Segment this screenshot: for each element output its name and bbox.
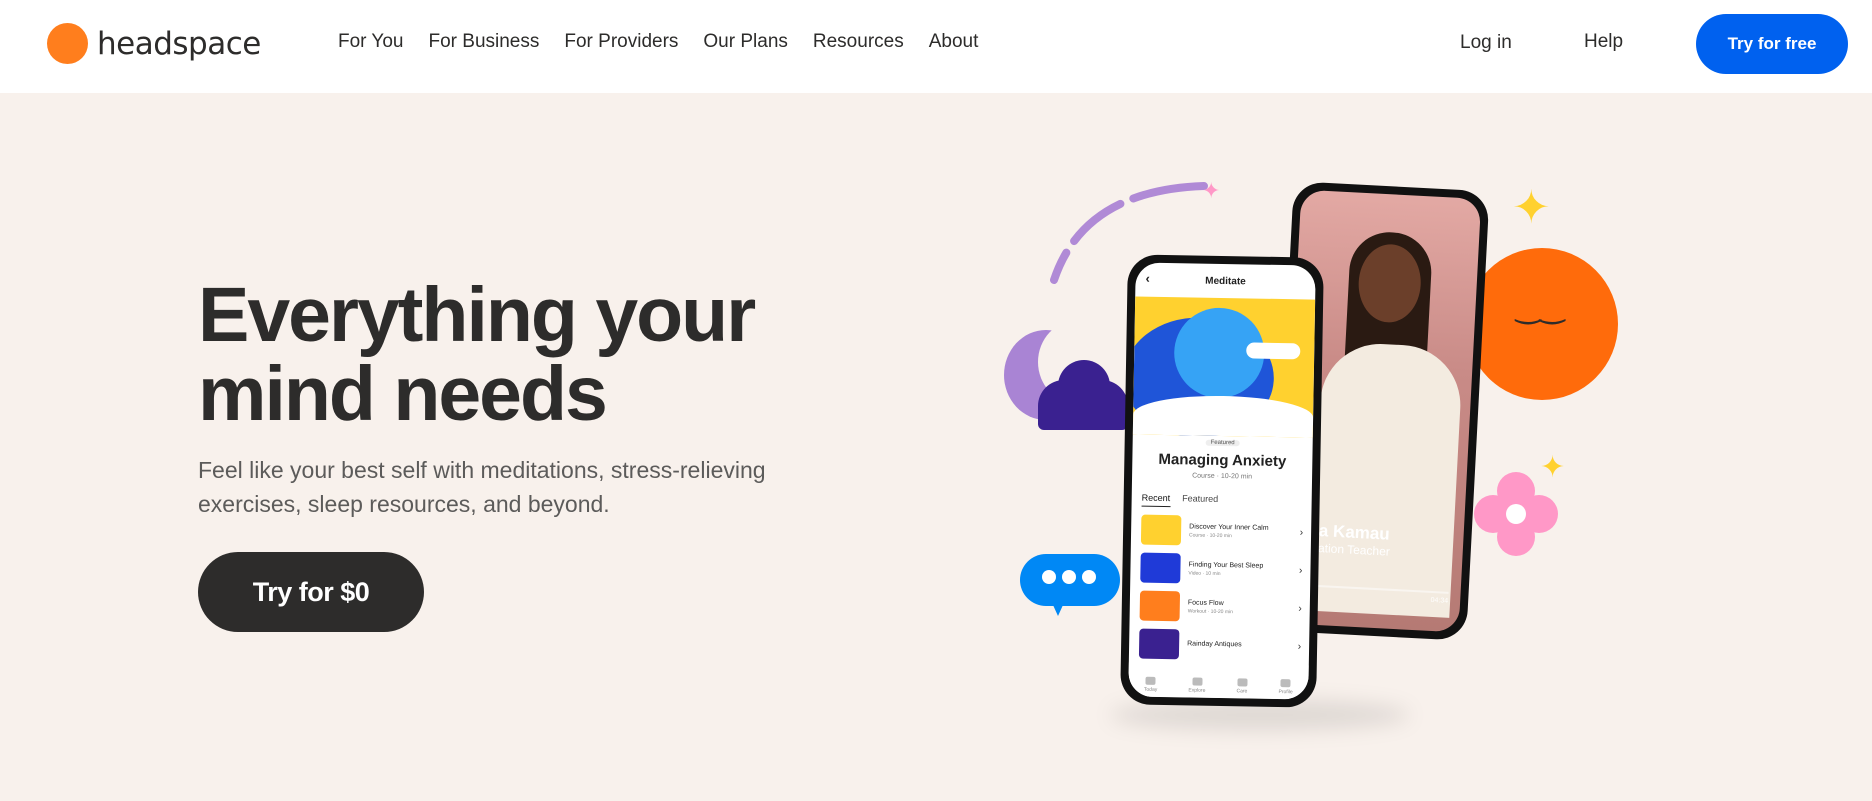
chat-dot [1042, 570, 1056, 584]
chevron-right-icon: › [1298, 602, 1302, 614]
item-title: Rainday Antiques [1187, 639, 1242, 648]
app-screen: ‹ Meditate Featured Managing Anxiety Cou… [1128, 262, 1316, 700]
tab-recent[interactable]: Recent [1141, 492, 1171, 508]
logo-circle-icon [47, 23, 88, 64]
bottom-nav-label: Explore [1188, 687, 1206, 694]
login-link[interactable]: Log in [1460, 32, 1512, 54]
hero-illustration: ✦ ‿‿ ✦ ✦ Dora Kamau Meditation Teacher 0… [990, 160, 1640, 760]
nav-for-providers[interactable]: For Providers [564, 31, 678, 53]
nav-our-plans[interactable]: Our Plans [703, 31, 787, 53]
list-item[interactable]: Finding Your Best Sleep Video · 10 min › [1140, 552, 1303, 586]
flower-icon [1474, 472, 1558, 556]
item-meta: Video · 10 min [1188, 569, 1221, 577]
app-phone: ‹ Meditate Featured Managing Anxiety Cou… [1120, 254, 1324, 708]
back-chevron-icon[interactable]: ‹ [1145, 271, 1150, 286]
content-list: Discover Your Inner Calm Course · 10-20 m… [1129, 514, 1311, 661]
person-body [1309, 340, 1464, 618]
try-for-zero-button[interactable]: Try for $0 [198, 552, 424, 632]
help-link[interactable]: Help [1584, 31, 1623, 53]
chevron-right-icon: › [1299, 564, 1303, 576]
item-thumbnail [1140, 514, 1182, 546]
tab-featured[interactable]: Featured [1182, 493, 1218, 508]
profile-icon [1280, 679, 1291, 688]
item-text: Rainday Antiques [1187, 640, 1298, 651]
explore-icon [1191, 677, 1203, 686]
screen-tabs: Recent Featured [1141, 492, 1312, 510]
item-text: Finding Your Best Sleep Video · 10 min [1188, 561, 1299, 578]
chat-dots [1042, 570, 1102, 584]
nav-for-you[interactable]: For You [338, 31, 404, 53]
list-item[interactable]: Rainday Antiques › [1138, 628, 1302, 662]
nav-about[interactable]: About [929, 31, 979, 53]
main-nav: For You For Business For Providers Our P… [338, 31, 1003, 53]
hero-title: Everything your mind needs [198, 272, 756, 437]
item-title: Focus Flow [1187, 598, 1224, 607]
brand-name: headspace [97, 25, 261, 62]
chevron-right-icon: › [1299, 526, 1304, 538]
item-meta: Course · 10-20 min [1189, 531, 1232, 539]
feature-meta: Course · 10-20 min [1192, 472, 1253, 481]
screen-title: Meditate [1205, 275, 1246, 287]
feature-artwork[interactable] [1132, 296, 1316, 438]
cloud-base [1038, 380, 1128, 430]
bottom-nav-label: Profile [1278, 689, 1293, 696]
care-icon [1237, 678, 1248, 687]
bottom-nav-today[interactable]: Today [1143, 676, 1158, 693]
featured-badge: Featured [1205, 439, 1240, 447]
sun-face-icon: ‿‿ [1466, 248, 1618, 400]
chat-bubble-tail [1048, 594, 1068, 616]
top-navigation: headspace For You For Business For Provi… [0, 0, 1872, 93]
video-time: 04:34 [1430, 596, 1449, 605]
headspace-logo[interactable]: headspace [47, 23, 261, 64]
item-thumbnail [1139, 590, 1181, 622]
nav-for-business[interactable]: For Business [429, 31, 540, 53]
chat-dot [1062, 570, 1076, 584]
screen-header: ‹ Meditate [1135, 262, 1316, 299]
today-icon [1145, 676, 1156, 685]
item-meta: Workout · 10-20 min [1187, 607, 1233, 615]
nav-resources[interactable]: Resources [813, 31, 904, 53]
item-title: Discover Your Inner Calm [1189, 522, 1269, 532]
try-for-free-button[interactable]: Try for free [1696, 14, 1848, 74]
sun-smile: ‿‿ [1516, 291, 1565, 324]
list-item[interactable]: Discover Your Inner Calm Course · 10-20 m… [1140, 514, 1304, 548]
svg-text:✦: ✦ [1202, 179, 1220, 204]
list-item[interactable]: Focus Flow Workout · 10-20 min › [1139, 590, 1302, 624]
bottom-nav: Today Explore Care Profile [1128, 662, 1309, 700]
bottom-nav-explore[interactable]: Explore [1188, 677, 1206, 694]
bottom-nav-profile[interactable]: Profile [1278, 679, 1293, 696]
chevron-right-icon: › [1297, 640, 1302, 652]
bottom-nav-label: Care [1236, 688, 1248, 695]
cloud-shape [1246, 342, 1301, 360]
chat-dot [1082, 570, 1096, 584]
sand-shape [1132, 394, 1314, 438]
sparkle-star-icon: ✦ [1512, 181, 1551, 233]
item-meta [1187, 649, 1298, 651]
bottom-nav-label: Today [1143, 686, 1158, 693]
item-text: Discover Your Inner Calm Course · 10-20 m… [1189, 523, 1300, 540]
item-text: Focus Flow Workout · 10-20 min [1188, 599, 1299, 616]
hero-subtitle: Feel like your best self with meditation… [198, 457, 766, 517]
item-title: Finding Your Best Sleep [1188, 560, 1264, 570]
item-thumbnail [1140, 552, 1181, 584]
item-thumbnail [1138, 628, 1180, 660]
bottom-nav-care[interactable]: Care [1236, 678, 1247, 694]
feature-title: Managing Anxiety [1158, 450, 1287, 471]
